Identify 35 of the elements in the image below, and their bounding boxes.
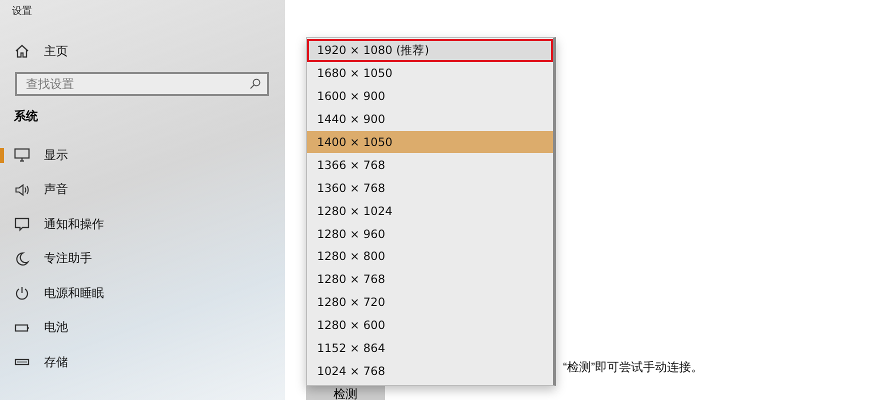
search-icon [249, 78, 261, 90]
sidebar-item[interactable]: 声音 [0, 172, 285, 207]
sound-icon [14, 182, 30, 198]
resolution-option[interactable]: 1280 × 960 [307, 222, 553, 246]
notifications-icon [14, 216, 30, 232]
focus-icon [14, 250, 30, 267]
resolution-option[interactable]: 1280 × 600 [307, 314, 553, 337]
resolution-option[interactable]: 1280 × 1024 [307, 199, 553, 222]
hint-text: “检测”即可尝试手动连接。 [563, 359, 703, 376]
resolution-option[interactable]: 1280 × 800 [307, 245, 553, 268]
resolution-option[interactable]: 1366 × 768 [307, 153, 553, 176]
selection-indicator [0, 148, 4, 163]
sidebar-item[interactable]: 显示 [0, 138, 285, 172]
resolution-option[interactable]: 1600 × 900 [307, 84, 553, 108]
sidebar-item[interactable]: 专注助手 [0, 242, 285, 276]
resolution-option[interactable]: 1152 × 864 [307, 336, 553, 360]
resolution-option[interactable]: 1680 × 1050 [307, 62, 553, 85]
resolution-option[interactable]: 1024 × 768 [307, 359, 553, 382]
power-icon [14, 285, 30, 302]
resolution-option[interactable]: 1440 × 900 [307, 108, 553, 131]
sidebar-item[interactable]: 通知和操作 [0, 207, 285, 242]
section-heading: 系统 [14, 108, 39, 125]
search-field[interactable]: 查找设置 [15, 72, 269, 96]
sidebar-item[interactable]: 电源和睡眠 [0, 276, 285, 310]
resolution-option[interactable]: 1280 × 768 [307, 268, 553, 291]
sidebar-item[interactable]: 存储 [0, 345, 285, 380]
display-icon [14, 147, 30, 164]
window-title: 设置 [12, 4, 33, 19]
resolution-option[interactable]: 1400 × 1050 [307, 130, 553, 154]
resolution-option[interactable]: 1360 × 768 [307, 176, 553, 200]
sidebar-item[interactable]: 电池 [0, 310, 285, 345]
resolution-option[interactable]: 1280 × 720 [307, 290, 553, 314]
home-link[interactable]: 主页 [0, 32, 285, 70]
home-icon [14, 43, 30, 59]
resolution-option[interactable]: 1920 × 1080 (推荐) [307, 39, 553, 62]
